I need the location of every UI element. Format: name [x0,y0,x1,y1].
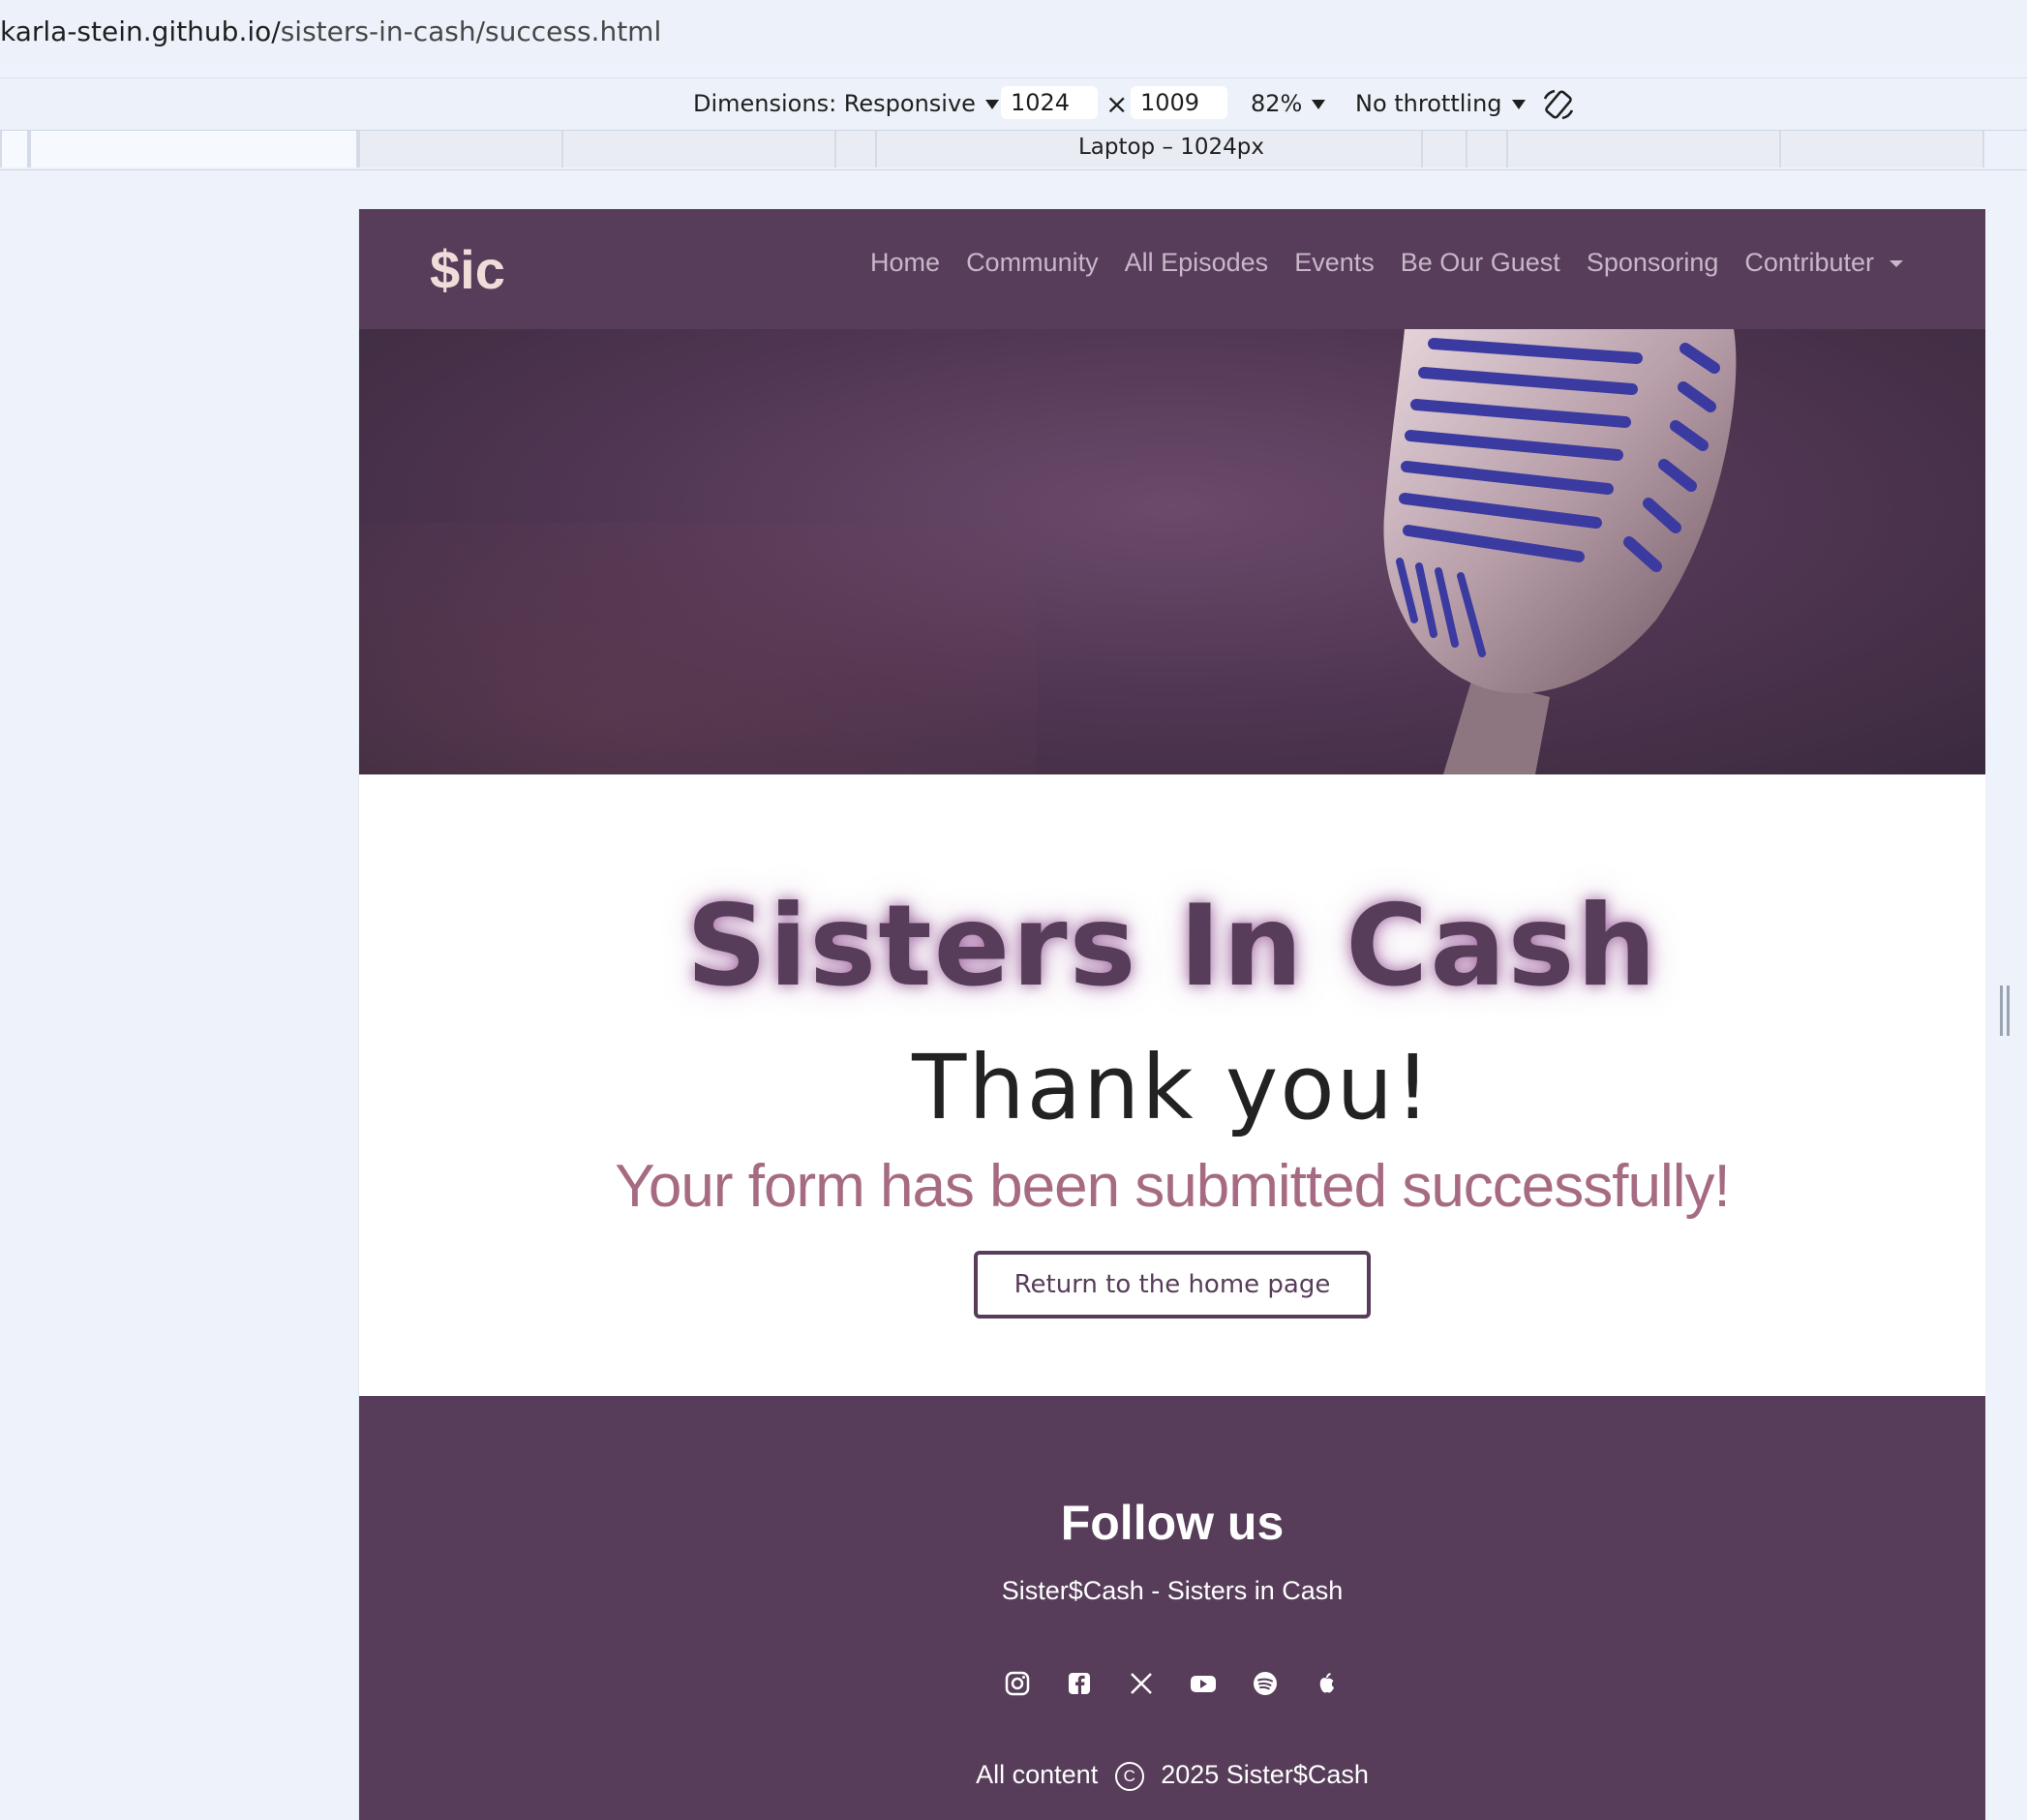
youtube-icon[interactable] [1189,1669,1218,1698]
url-host: karla-stein.github.io/ [0,15,281,47]
copyright-icon: C [1114,1761,1144,1791]
social-links [359,1669,1985,1698]
resize-handle[interactable] [2000,986,2010,1036]
instagram-icon[interactable] [1003,1669,1032,1698]
nav-dropdown-contributer[interactable]: Contributer [1744,248,1903,278]
media-query-segment[interactable] [29,131,358,167]
navbar: $ic Home Community All Episodes Events B… [359,209,1985,329]
copyright-prefix: All content [976,1760,1099,1789]
media-query-divider [1506,131,1781,167]
media-query-divider [834,131,877,167]
chevron-down-icon [1312,100,1326,109]
media-query-segment[interactable] [0,131,29,167]
dimensions-label: Dimensions: Responsive [693,90,976,117]
footer-tagline: Sister$Cash - Sisters in Cash [1001,1576,1344,1605]
media-query-divider [561,131,836,167]
nav-link-sponsoring[interactable]: Sponsoring [1587,248,1719,278]
height-input[interactable]: 1009 [1131,86,1227,119]
page-title: Sisters In Cash [685,881,1659,1012]
media-query-divider [1466,131,1508,167]
media-query-bar: Laptop – 1024px [0,130,2027,170]
spotify-icon[interactable] [1251,1669,1280,1698]
footer: Follow us Sister$Cash - Sisters in Cash [359,1396,1985,1820]
return-home-button[interactable]: Return to the home page [974,1251,1371,1319]
nav-links: Home Community All Episodes Events Be Ou… [870,248,1903,278]
hero-glow [359,523,1037,774]
x-icon[interactable] [1127,1669,1156,1698]
nav-link-all-episodes[interactable]: All Episodes [1125,248,1269,278]
dimensions-dropdown[interactable]: Dimensions: Responsive [693,90,999,117]
nav-link-community[interactable]: Community [966,248,1099,278]
throttling-label: No throttling [1355,90,1502,117]
nav-link-events[interactable]: Events [1294,248,1375,278]
apple-icon[interactable] [1313,1669,1342,1698]
success-message: Your form has been submitted successfull… [615,1153,1731,1220]
zoom-dropdown[interactable]: 82% [1251,90,1326,117]
hero-image [359,329,1985,774]
times-icon: × [1105,88,1129,120]
media-query-divider [1779,131,1984,167]
rotate-icon[interactable] [1541,87,1576,122]
brand-logo[interactable]: $ic [430,238,505,301]
media-query-divider [875,131,920,167]
nav-link-home[interactable]: Home [870,248,940,278]
footer-heading: Follow us [1060,1496,1285,1550]
facebook-icon[interactable] [1065,1669,1094,1698]
chevron-down-icon [984,100,999,109]
device-toolbar: Dimensions: Responsive 1024 × 1009 82% N… [0,77,2027,131]
media-query-divider [1421,131,1467,167]
page-viewport: $ic Home Community All Episodes Events B… [358,209,1985,1820]
url-bar[interactable]: karla-stein.github.io/sisters-in-cash/su… [0,0,2027,66]
copyright-suffix: 2025 Sister$Cash [1161,1760,1369,1789]
nav-link-be-our-guest[interactable]: Be Our Guest [1401,248,1560,278]
microphone-image [1383,329,1737,774]
width-input[interactable]: 1024 [1001,86,1098,119]
main-content: Sisters In Cash Thank you! Your form has… [359,774,1985,1396]
copyright: All content C 2025 Sister$Cash [359,1760,1985,1791]
throttling-dropdown[interactable]: No throttling [1355,90,1526,117]
thank-you-heading: Thank you! [912,1036,1433,1139]
zoom-label: 82% [1251,90,1303,117]
chevron-down-icon [1511,100,1526,109]
url-text[interactable]: karla-stein.github.io/sisters-in-cash/su… [0,15,661,47]
url-path: sisters-in-cash/success.html [280,15,662,47]
